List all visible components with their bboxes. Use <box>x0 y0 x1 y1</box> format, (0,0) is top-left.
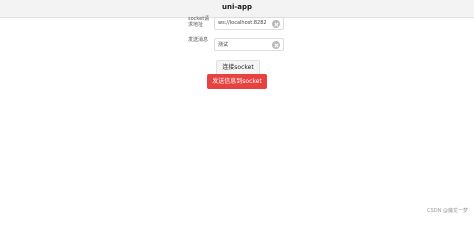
socket-url-label: socket请求地址 <box>188 16 210 28</box>
clear-icon[interactable] <box>272 41 280 49</box>
page-title: uni-app <box>221 3 253 11</box>
send-to-socket-button[interactable]: 发送信息到socket <box>207 74 267 89</box>
socket-url-input[interactable]: ws://localhost:8282 <box>214 17 284 30</box>
socket-url-row: socket请求地址 ws://localhost:8282 <box>188 16 284 32</box>
message-label: 发送消息 <box>188 37 209 43</box>
message-input[interactable]: 测试 <box>214 38 284 51</box>
watermark: CSDN @魔龙一梦 <box>427 208 468 214</box>
clear-icon[interactable] <box>272 20 280 28</box>
socket-url-value: ws://localhost:8282 <box>218 20 267 26</box>
message-row: 发送消息 测试 <box>188 37 284 53</box>
message-value: 测试 <box>218 42 229 48</box>
